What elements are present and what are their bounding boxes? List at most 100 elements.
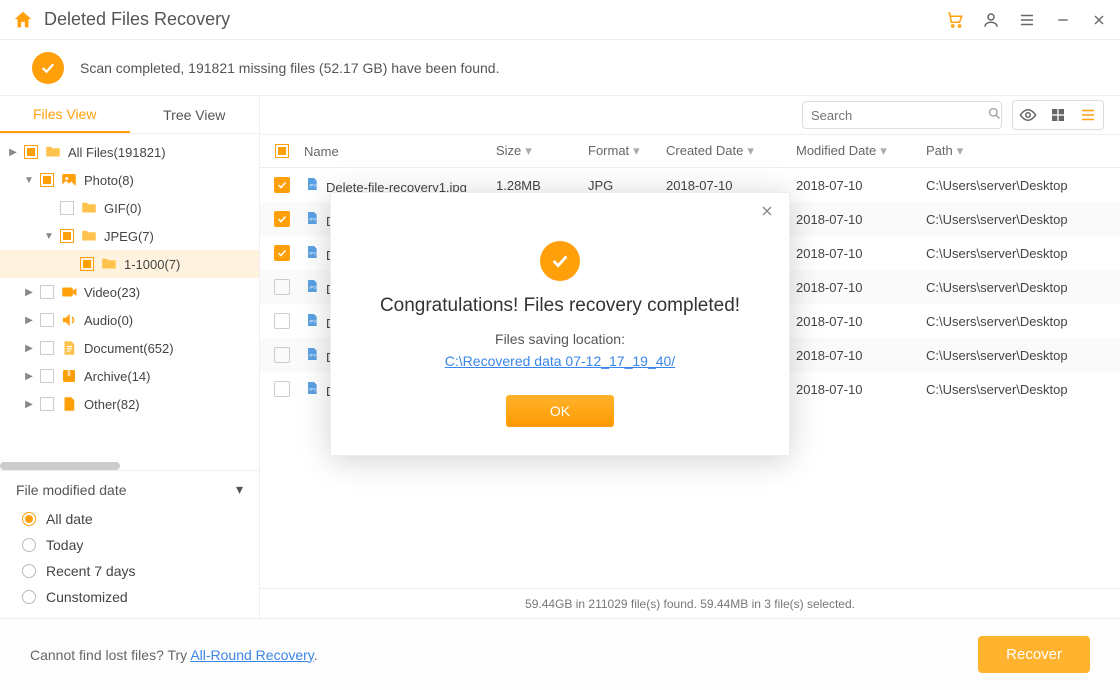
tree-label: Other(82): [84, 397, 140, 412]
col-name[interactable]: Name: [296, 144, 496, 159]
row-checkbox[interactable]: [274, 211, 290, 227]
chevron-right-icon[interactable]: ▶: [24, 371, 34, 381]
cell-path: C:\Users\server\Desktop: [926, 382, 1112, 397]
minimize-icon[interactable]: [1054, 11, 1072, 29]
tree-all-files[interactable]: ▶ All Files(191821): [0, 138, 259, 166]
chevron-down-icon[interactable]: ▼: [24, 175, 34, 185]
radio[interactable]: [22, 512, 36, 526]
tab-files-view[interactable]: Files View: [0, 96, 130, 133]
row-checkbox[interactable]: [274, 279, 290, 295]
archive-icon: [60, 367, 78, 385]
titlebar-actions: [946, 11, 1108, 29]
col-path[interactable]: Path▾: [926, 143, 1112, 159]
recover-button[interactable]: Recover: [978, 636, 1090, 673]
preview-icon[interactable]: [1013, 101, 1043, 129]
checkbox[interactable]: [60, 201, 74, 215]
chevron-right-icon[interactable]: ▶: [24, 287, 34, 297]
all-round-recovery-link[interactable]: All-Round Recovery: [190, 647, 313, 663]
recovered-path-link[interactable]: C:\Recovered data 07-12_17_19_40/: [445, 353, 675, 369]
jpg-file-icon: JPG: [304, 346, 320, 362]
chevron-down-icon[interactable]: ▼: [44, 231, 54, 241]
filter-block: File modified date ▾ All date Today Rece…: [0, 470, 259, 618]
checkbox[interactable]: [40, 341, 54, 355]
close-icon[interactable]: [1090, 11, 1108, 29]
cell-path: C:\Users\server\Desktop: [926, 348, 1112, 363]
tree-video[interactable]: ▶ Video(23): [0, 278, 259, 306]
chevron-down-icon: ▾: [747, 143, 754, 158]
tree-jpeg[interactable]: ▼ JPEG(7): [0, 222, 259, 250]
checkbox[interactable]: [40, 397, 54, 411]
radio[interactable]: [22, 590, 36, 604]
home-icon[interactable]: [12, 9, 34, 31]
menu-icon[interactable]: [1018, 11, 1036, 29]
folder-icon: [80, 227, 98, 245]
chevron-right-icon[interactable]: ▶: [24, 399, 34, 409]
list-view-icon[interactable]: [1073, 101, 1103, 129]
folder-icon: [80, 199, 98, 217]
file-icon: [60, 395, 78, 413]
toolbar: [260, 96, 1120, 134]
chevron-down-icon: ▾: [633, 143, 640, 158]
tree-range[interactable]: 1-1000(7): [0, 250, 259, 278]
row-checkbox[interactable]: [274, 381, 290, 397]
filter-today[interactable]: Today: [16, 532, 243, 558]
tree-audio[interactable]: ▶ Audio(0): [0, 306, 259, 334]
col-created[interactable]: Created Date▾: [666, 143, 796, 159]
chevron-right-icon[interactable]: ▶: [8, 147, 18, 157]
cart-icon[interactable]: [946, 11, 964, 29]
folder-icon: [100, 255, 118, 273]
checkbox[interactable]: [40, 285, 54, 299]
scrollbar[interactable]: [0, 462, 120, 470]
tree-other[interactable]: ▶ Other(82): [0, 390, 259, 418]
chevron-right-icon[interactable]: ▶: [24, 343, 34, 353]
jpg-file-icon: JPG: [304, 312, 320, 328]
check-icon: [540, 241, 580, 281]
row-checkbox[interactable]: [274, 177, 290, 193]
filter-header[interactable]: File modified date ▾: [16, 481, 243, 498]
row-checkbox[interactable]: [274, 245, 290, 261]
radio[interactable]: [22, 564, 36, 578]
jpg-file-icon: JPG: [304, 380, 320, 396]
cell-path: C:\Users\server\Desktop: [926, 212, 1112, 227]
checkbox[interactable]: [80, 257, 94, 271]
checkbox[interactable]: [24, 145, 38, 159]
cell-created: 2018-07-10: [666, 178, 796, 193]
table-header: Name Size▾ Format▾ Created Date▾ Modifie…: [260, 134, 1120, 168]
checkbox[interactable]: [40, 369, 54, 383]
dialog-close-icon[interactable]: [759, 203, 775, 224]
svg-text:JPG: JPG: [309, 250, 317, 255]
chevron-right-icon[interactable]: ▶: [24, 315, 34, 325]
header-checkbox[interactable]: [275, 144, 289, 158]
radio[interactable]: [22, 538, 36, 552]
filter-recent7[interactable]: Recent 7 days: [16, 558, 243, 584]
sidebar: Files View Tree View ▶ All Files(191821)…: [0, 96, 260, 618]
image-icon: [60, 171, 78, 189]
search-input[interactable]: [811, 108, 987, 123]
filter-customized[interactable]: Cunstomized: [16, 584, 243, 610]
checkbox[interactable]: [40, 173, 54, 187]
row-checkbox[interactable]: [274, 347, 290, 363]
chevron-down-icon: ▾: [525, 143, 532, 158]
row-checkbox[interactable]: [274, 313, 290, 329]
chevron-down-icon: ▾: [236, 481, 243, 498]
col-size[interactable]: Size▾: [496, 143, 588, 159]
col-modified[interactable]: Modified Date▾: [796, 143, 926, 159]
tree-archive[interactable]: ▶ Archive(14): [0, 362, 259, 390]
audio-icon: [60, 311, 78, 329]
grid-view-icon[interactable]: [1043, 101, 1073, 129]
tree-photo[interactable]: ▼ Photo(8): [0, 166, 259, 194]
tree-gif[interactable]: GIF(0): [0, 194, 259, 222]
cell-modified: 2018-07-10: [796, 382, 926, 397]
filter-all-date[interactable]: All date: [16, 506, 243, 532]
radio-label: All date: [46, 511, 93, 527]
tree-document[interactable]: ▶ Document(652): [0, 334, 259, 362]
search-box[interactable]: [802, 101, 1002, 129]
checkbox[interactable]: [40, 313, 54, 327]
checkbox[interactable]: [60, 229, 74, 243]
cell-path: C:\Users\server\Desktop: [926, 246, 1112, 261]
search-icon[interactable]: [987, 106, 1002, 124]
user-icon[interactable]: [982, 11, 1000, 29]
tab-tree-view[interactable]: Tree View: [130, 96, 260, 133]
ok-button[interactable]: OK: [506, 395, 614, 427]
col-format[interactable]: Format▾: [588, 143, 666, 159]
